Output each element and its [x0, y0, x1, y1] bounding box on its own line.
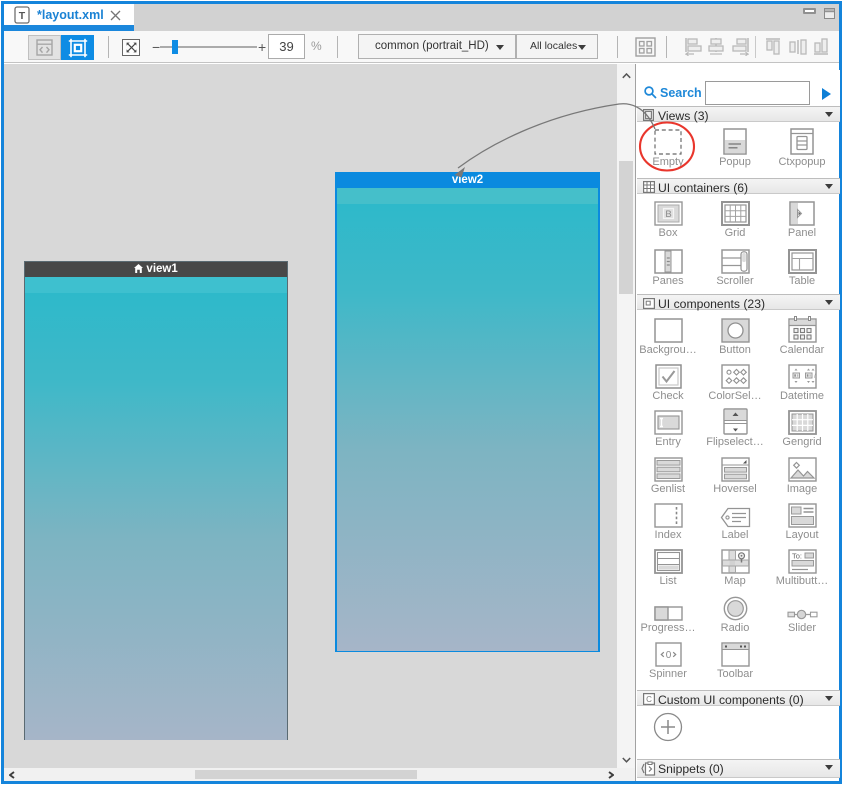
svg-text:C: C [646, 695, 652, 704]
svg-text:0: 0 [665, 650, 671, 661]
svg-text:B: B [665, 209, 671, 220]
svg-text:To:: To: [792, 552, 802, 561]
svg-text:T: T [19, 10, 26, 22]
